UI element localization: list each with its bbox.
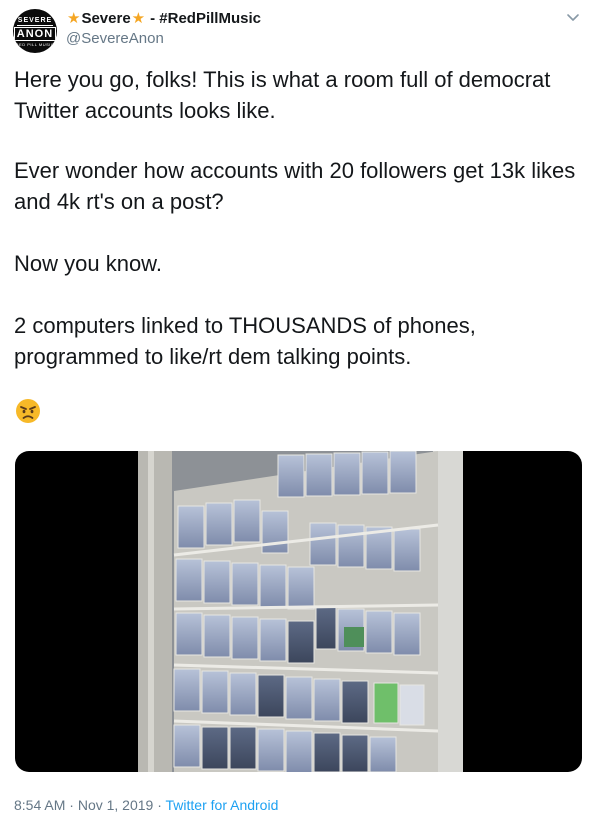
display-name-suffix: - #RedPillMusic bbox=[150, 10, 261, 27]
tweet: SEVERE ANON RED PILL MUSIC ★ Severe ★ - … bbox=[0, 0, 597, 818]
tweet-meta: 8:54 AM · Nov 1, 2019 · Twitter for Andr… bbox=[14, 796, 278, 814]
video-player[interactable] bbox=[15, 451, 582, 772]
video-frame bbox=[138, 451, 463, 772]
tweet-paragraph: Ever wonder how accounts with 20 followe… bbox=[14, 158, 576, 214]
tweet-time[interactable]: 8:54 AM bbox=[14, 797, 65, 813]
star-icon: ★ bbox=[67, 10, 81, 27]
angry-face-icon bbox=[16, 399, 40, 423]
avatar-text-top: SEVERE bbox=[16, 17, 54, 26]
avatar-text-middle: ANON bbox=[13, 27, 57, 41]
display-name-text: Severe bbox=[81, 10, 131, 27]
tweet-paragraph: Now you know. bbox=[14, 251, 162, 276]
meta-separator: · bbox=[69, 797, 74, 813]
chevron-down-icon[interactable] bbox=[566, 11, 580, 25]
phone-rack bbox=[173, 451, 439, 772]
tweet-paragraph: 2 computers linked to THOUSANDS of phone… bbox=[14, 313, 476, 369]
user-handle[interactable]: @SevereAnon bbox=[66, 30, 164, 48]
meta-separator: · bbox=[157, 797, 162, 813]
avatar-text-bottom: RED PILL MUSIC bbox=[15, 42, 55, 47]
avatar[interactable]: SEVERE ANON RED PILL MUSIC bbox=[13, 9, 57, 53]
star-icon: ★ bbox=[131, 10, 146, 27]
display-name[interactable]: ★ Severe ★ - #RedPillMusic bbox=[66, 10, 261, 28]
tweet-paragraph: Here you go, folks! This is what a room … bbox=[14, 67, 551, 123]
tweet-source-link[interactable]: Twitter for Android bbox=[166, 797, 279, 813]
tweet-date[interactable]: Nov 1, 2019 bbox=[78, 797, 154, 813]
